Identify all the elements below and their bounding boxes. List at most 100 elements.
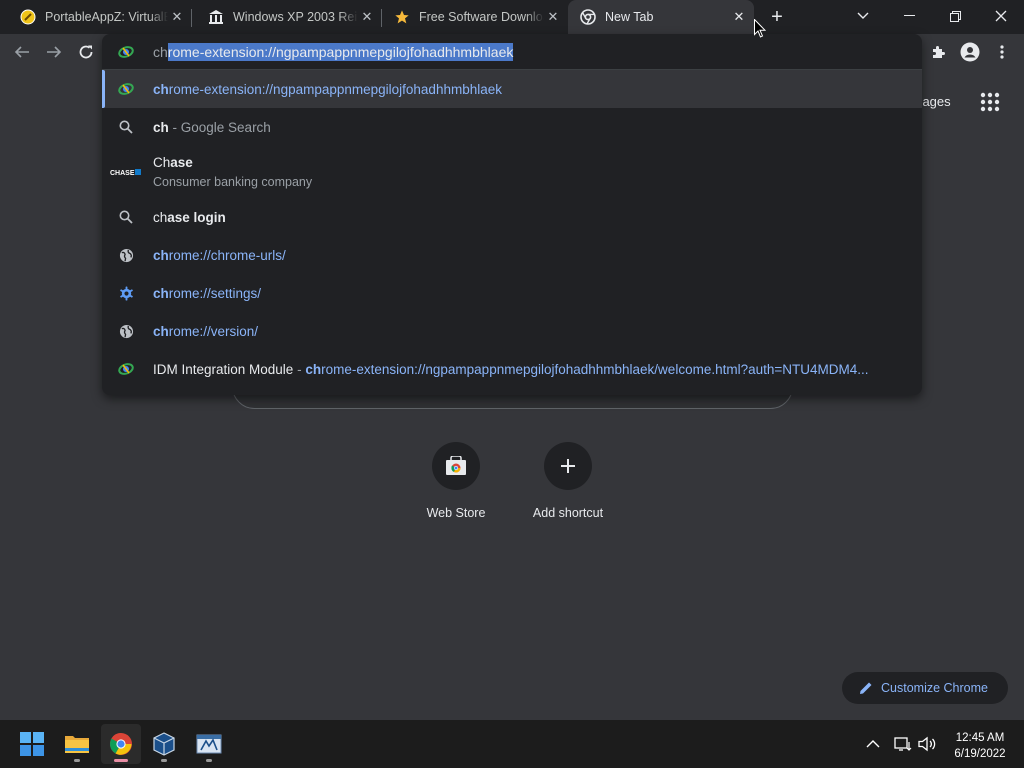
suggestion-text: IDM Integration Module - chrome-extensio… [153,362,869,377]
suggestion-match: ch [153,247,169,263]
pencil-icon [859,681,873,695]
suggestion-subtitle: Consumer banking company [153,175,313,189]
suggestion-match: ch [153,119,169,135]
clock-time: 12:45 AM [955,732,1005,744]
web-store-icon [432,442,480,490]
tab-close-icon[interactable]: ✕ [544,8,562,26]
omnibox-input[interactable]: ch rome-extension://ngpampappnmepgilojfoh… [102,34,922,70]
taskbar-running-indicator [161,759,167,762]
suggestion-title: IDM Integration Module [153,361,294,377]
mouse-cursor-icon [754,18,767,43]
customize-label: Customize Chrome [881,681,988,695]
forward-arrow-icon[interactable] [42,40,66,64]
idm-icon [118,361,134,377]
star-icon [394,9,410,25]
shortcut-add[interactable]: Add shortcut [512,442,624,520]
windows-start-icon[interactable] [12,724,52,764]
suggestion-match: ch [153,81,169,97]
tab-windows-xp[interactable]: Windows XP 2003 Reinst ✕ [188,0,382,34]
chase-logo-icon: CHASE [110,164,142,180]
suggestion-text: chrome://version/ [153,324,258,339]
taskbar-clock[interactable]: 12:45 AM 6/19/2022 [940,730,1020,762]
suggestion-rest: rome://chrome-urls/ [168,247,286,263]
tab-title: PortableAppZ: VirtualBo [45,10,168,24]
menu-kebab-icon[interactable] [990,40,1014,64]
suggestion-text: chrome://settings/ [153,286,261,301]
suggestion-rest: rome://version/ [168,323,259,339]
omnibox-autocomplete-text: rome-extension://ngpampappnmepgilojfohad… [167,43,514,61]
volume-speaker-icon[interactable] [918,720,938,768]
suggestion-row[interactable]: chrome://version/ [102,312,922,350]
suggestion-row[interactable]: chrome://chrome-urls/ [102,236,922,274]
chrome-icon[interactable] [101,724,141,764]
tab-strip: PortableAppZ: VirtualBo ✕ Windows XP 200… [0,0,1024,34]
suggestion-match: ch [153,323,169,339]
google-apps-grid-icon[interactable] [980,92,1000,112]
idm-icon [118,44,134,60]
suggestion-rest: ase login [167,209,226,225]
suggestion-text: Chase Consumer banking company [153,155,312,189]
suggestion-rest: rome-extension://ngpampappnmepgilojfohad… [321,361,869,377]
suggestion-text: ch - Google Search [153,120,271,135]
suggestion-row[interactable]: CHASE Chase Consumer banking company [102,146,922,198]
tab-close-icon[interactable]: ✕ [168,8,186,26]
customize-chrome-button[interactable]: Customize Chrome [842,672,1008,704]
network-tool-icon[interactable] [189,724,229,764]
suggestion-rest: rome-extension://ngpampappnmepgilojfohad… [168,81,502,97]
tab-new-tab[interactable]: New Tab ✕ [568,0,754,34]
suggestion-match: ch [305,361,322,377]
close-window-icon[interactable] [978,0,1024,32]
suggestion-match: ch [153,285,169,301]
globe-icon [118,247,134,263]
suggestion-rest: - Google Search [168,119,271,135]
suggestion-title: Chase [153,155,312,170]
network-status-icon[interactable] [894,720,912,768]
show-hidden-icons-chevron-icon[interactable] [866,720,880,768]
search-icon [118,209,134,225]
extensions-puzzle-icon[interactable] [926,40,950,64]
tab-title: New Tab [605,10,654,24]
taskbar-running-indicator [74,759,80,762]
suggestion-row[interactable]: chrome-extension://ngpampappnmepgilojfoh… [102,70,922,108]
portableappz-icon [20,9,36,25]
virtualbox-icon[interactable] [144,724,184,764]
suggestion-row[interactable]: IDM Integration Module - chrome-extensio… [102,350,922,388]
reload-icon[interactable] [74,40,98,64]
tab-free-software[interactable]: Free Software Download ✕ [374,0,568,34]
file-explorer-icon[interactable] [57,724,97,764]
taskbar-running-indicator [206,759,212,762]
suggestion-separator: - [293,361,306,377]
suggestion-match: ch [153,209,168,225]
chrome-icon [580,9,596,25]
shortcut-label: Add shortcut [532,506,604,520]
omnibox-typed-text: ch [153,44,168,60]
suggestion-rest: rome://settings/ [168,285,262,301]
shortcut-web-store[interactable]: Web Store [400,442,512,520]
suggestion-text: chase login [153,210,226,225]
suggestion-row[interactable]: chrome://settings/ [102,274,922,312]
suggestion-text: chrome-extension://ngpampappnmepgilojfoh… [153,82,502,97]
idm-icon [118,81,134,97]
suggestion-row[interactable]: chase login [102,198,922,236]
tab-title: Free Software Download [419,10,544,24]
plus-icon [544,442,592,490]
restore-icon[interactable] [932,0,978,32]
profile-avatar-icon[interactable] [958,40,982,64]
taskbar: 12:45 AM 6/19/2022 [0,720,1024,768]
shortcut-label: Web Store [426,506,486,520]
tab-search-chevron-icon[interactable] [840,0,886,32]
minimize-icon[interactable] [886,0,932,32]
museum-icon [208,9,224,25]
back-arrow-icon[interactable] [10,40,34,64]
taskbar-running-indicator [114,759,128,762]
suggestion-text: chrome://chrome-urls/ [153,248,286,263]
new-tab-plus-icon[interactable]: + [766,6,788,28]
settings-gear-icon [118,285,134,301]
tab-close-icon[interactable]: ✕ [730,8,748,26]
suggestion-match: Ch [153,155,171,170]
svg-text:CHASE: CHASE [110,170,135,177]
tab-portableappz[interactable]: PortableAppZ: VirtualBo ✕ [0,0,192,34]
omnibox-dropdown: ch rome-extension://ngpampappnmepgilojfoh… [102,34,922,395]
clock-date: 6/19/2022 [954,748,1006,760]
suggestion-row[interactable]: ch - Google Search [102,108,922,146]
